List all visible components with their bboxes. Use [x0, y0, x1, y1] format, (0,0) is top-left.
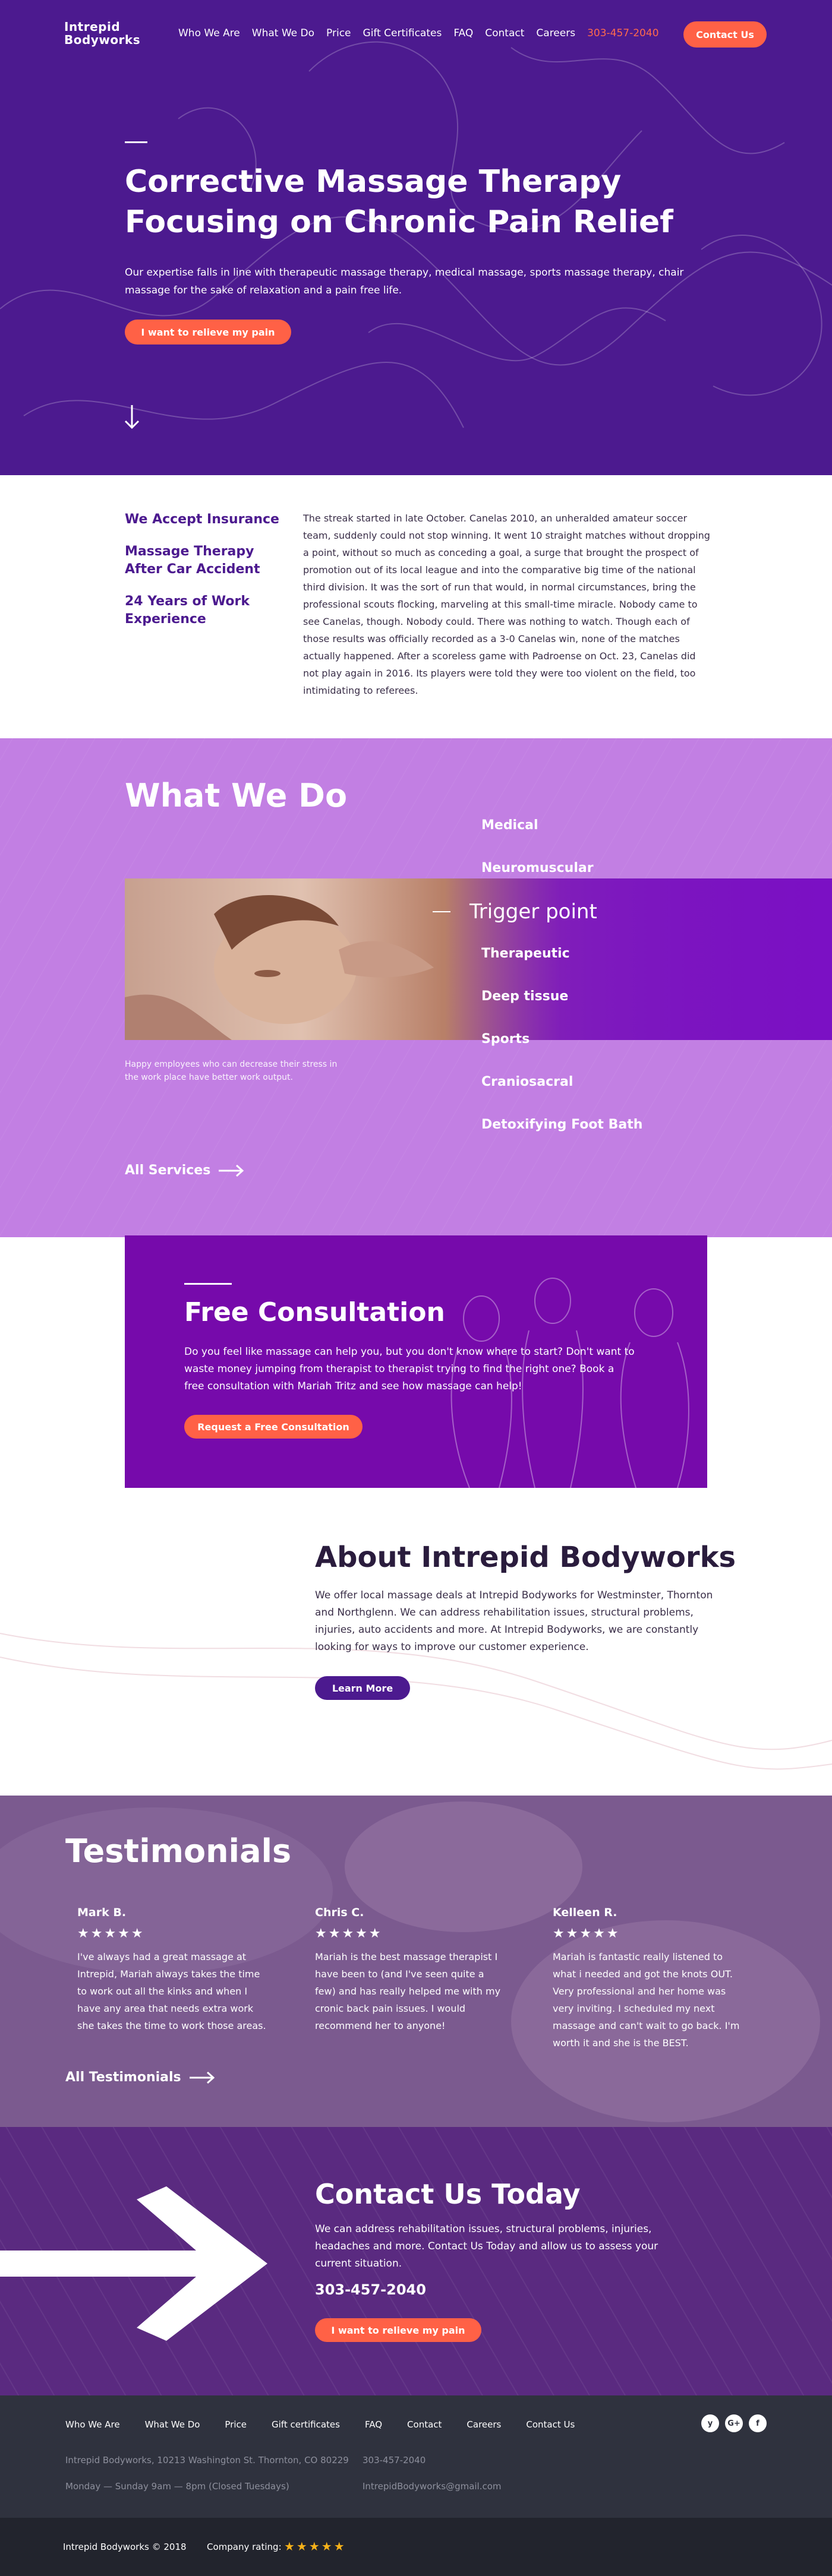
- hero-subtitle: Our expertise falls in line with therape…: [125, 267, 684, 296]
- contact-us-button[interactable]: Contact Us: [683, 21, 767, 48]
- star-rating-icon: ★★★★★: [315, 1926, 383, 1941]
- all-testimonials-label: All Testimonials: [65, 2070, 181, 2085]
- nav-careers[interactable]: Careers: [536, 27, 575, 39]
- footer-hours: Monday — Sunday 9am — 8pm (Closed Tuesda…: [65, 2481, 289, 2492]
- footer-nav-price[interactable]: Price: [225, 2419, 247, 2430]
- social-links: y G+ f: [701, 2414, 767, 2432]
- testimonial-card: Chris C. ★★★★★ Mariah is the best massag…: [315, 1906, 505, 2034]
- yelp-icon[interactable]: y: [701, 2414, 719, 2432]
- footer-nav-gift-certificates[interactable]: Gift certificates: [272, 2419, 340, 2430]
- all-testimonials-link[interactable]: All Testimonials: [65, 2070, 216, 2085]
- logo-line-2: Bodyworks: [64, 33, 141, 47]
- footer-nav-careers[interactable]: Careers: [467, 2419, 501, 2430]
- free-consultation-title: Free Consultation: [184, 1297, 445, 1327]
- feature-car-accident: Massage Therapy After Car Accident: [125, 544, 260, 577]
- footer-phone[interactable]: 303-457-2040: [363, 2455, 426, 2466]
- service-sports[interactable]: Sports: [481, 1032, 530, 1047]
- copyright-text: Intrepid Bodyworks © 2018: [63, 2542, 187, 2552]
- relieve-pain-button-bottom[interactable]: I want to relieve my pain: [315, 2318, 481, 2342]
- testimonial-quote: I've always had a great massage at Intre…: [77, 1951, 266, 2031]
- service-neuromuscular[interactable]: Neuromuscular: [481, 861, 594, 875]
- nav-price[interactable]: Price: [326, 27, 351, 39]
- features-body-text: The streak started in late October. Cane…: [303, 513, 710, 696]
- hero-title: Corrective Massage Therapy Focusing on C…: [125, 164, 673, 240]
- footer-address: Intrepid Bodyworks, 10213 Washington St.…: [65, 2455, 349, 2466]
- footer-email[interactable]: IntrepidBodyworks@gmail.com: [363, 2481, 502, 2492]
- nav-what-we-do[interactable]: What We Do: [252, 27, 314, 39]
- testimonial-quote: Mariah is fantastic really listened to w…: [553, 1951, 740, 2049]
- features-list: We Accept Insurance Massage Therapy Afte…: [125, 511, 279, 643]
- all-services-label: All Services: [125, 1163, 211, 1178]
- company-rating-label: Company rating:: [207, 2542, 282, 2552]
- hero-section: Intrepid Bodyworks Who We Are What We Do…: [0, 0, 832, 475]
- contact-today-text: We can address rehabilitation issues, st…: [315, 2223, 658, 2270]
- testimonial-name: Chris C.: [315, 1906, 364, 1919]
- site-logo[interactable]: Intrepid Bodyworks: [64, 20, 140, 46]
- rating-stars-icon: ★★★★★: [284, 2539, 346, 2553]
- testimonial-name: Mark B.: [77, 1906, 127, 1919]
- big-arrow-right-icon: [0, 2186, 267, 2341]
- about-title: About Intrepid Bodyworks: [315, 1541, 736, 1574]
- all-services-link[interactable]: All Services: [125, 1163, 245, 1178]
- star-rating-icon: ★★★★★: [77, 1926, 145, 1941]
- service-detoxifying-foot-bath[interactable]: Detoxifying Foot Bath: [481, 1117, 642, 1132]
- testimonial-card: Kelleen R. ★★★★★ Mariah is fantastic rea…: [553, 1906, 743, 2052]
- footer-nav-contact-us[interactable]: Contact Us: [526, 2419, 575, 2430]
- what-we-do-section: What We Do Happy employees who can decre…: [0, 738, 832, 1237]
- footer-nav-contact[interactable]: Contact: [407, 2419, 442, 2430]
- star-rating-icon: ★★★★★: [553, 1926, 620, 1941]
- testimonial-name: Kelleen R.: [553, 1906, 617, 1919]
- photo-caption: Happy employees who can decrease their s…: [125, 1060, 338, 1082]
- service-medical[interactable]: Medical: [481, 818, 538, 833]
- consultation-accent-dash: [184, 1283, 232, 1285]
- hero-accent-dash: [125, 141, 147, 143]
- main-nav: Who We Are What We Do Price Gift Certifi…: [178, 27, 659, 39]
- testimonial-card: Mark B. ★★★★★ I've always had a great ma…: [77, 1906, 267, 2034]
- footer-nav: Who We Are What We Do Price Gift certifi…: [65, 2419, 575, 2430]
- contact-phone[interactable]: 303-457-2040: [315, 2281, 426, 2298]
- testimonials-title: Testimonials: [65, 1832, 292, 1870]
- testimonial-quote: Mariah is the best massage therapist I h…: [315, 1951, 501, 2031]
- nav-phone-link[interactable]: 303-457-2040: [587, 27, 658, 39]
- contact-today-title: Contact Us Today: [315, 2178, 581, 2210]
- arrow-right-icon: [189, 2071, 215, 2084]
- footer-nav-what-we-do[interactable]: What We Do: [145, 2419, 200, 2430]
- feature-insurance: We Accept Insurance: [125, 512, 279, 527]
- service-therapeutic[interactable]: Therapeutic: [481, 946, 570, 961]
- footer-nav-who-we-are[interactable]: Who We Are: [65, 2419, 120, 2430]
- contact-today-section: Contact Us Today We can address rehabili…: [0, 2127, 832, 2395]
- logo-line-1: Intrepid: [64, 20, 121, 34]
- service-trigger-point[interactable]: Trigger point: [469, 900, 597, 924]
- arrow-down-icon[interactable]: [124, 404, 140, 430]
- footer-bottom-bar: Intrepid Bodyworks © 2018 Company rating…: [0, 2518, 832, 2576]
- service-craniosacral[interactable]: Craniosacral: [481, 1074, 573, 1089]
- request-consultation-button[interactable]: Request a Free Consultation: [184, 1415, 363, 1439]
- active-service-dash: [433, 911, 450, 912]
- testimonials-section: Testimonials Mark B. ★★★★★ I've always h…: [0, 1796, 832, 2127]
- feature-experience: 24 Years of Work Experience: [125, 594, 250, 627]
- what-we-do-title: What We Do: [125, 777, 348, 814]
- site-footer: Who We Are What We Do Price Gift certifi…: [0, 2395, 832, 2518]
- nav-gift-certificates[interactable]: Gift Certificates: [363, 27, 442, 39]
- nav-contact[interactable]: Contact: [485, 27, 524, 39]
- free-consultation-section: Free Consultation Do you feel like massa…: [125, 1235, 707, 1488]
- service-deep-tissue[interactable]: Deep tissue: [481, 989, 568, 1004]
- relieve-pain-button[interactable]: I want to relieve my pain: [125, 320, 291, 344]
- learn-more-button[interactable]: Learn More: [315, 1676, 410, 1700]
- nav-faq[interactable]: FAQ: [453, 27, 473, 39]
- free-consultation-text: Do you feel like massage can help you, b…: [184, 1346, 635, 1392]
- google-plus-icon[interactable]: G+: [725, 2414, 743, 2432]
- facebook-icon[interactable]: f: [749, 2414, 767, 2432]
- about-text: We offer local massage deals at Intrepid…: [315, 1589, 713, 1653]
- nav-who-we-are[interactable]: Who We Are: [178, 27, 240, 39]
- arrow-right-icon: [219, 1164, 244, 1177]
- footer-nav-faq[interactable]: FAQ: [365, 2419, 382, 2430]
